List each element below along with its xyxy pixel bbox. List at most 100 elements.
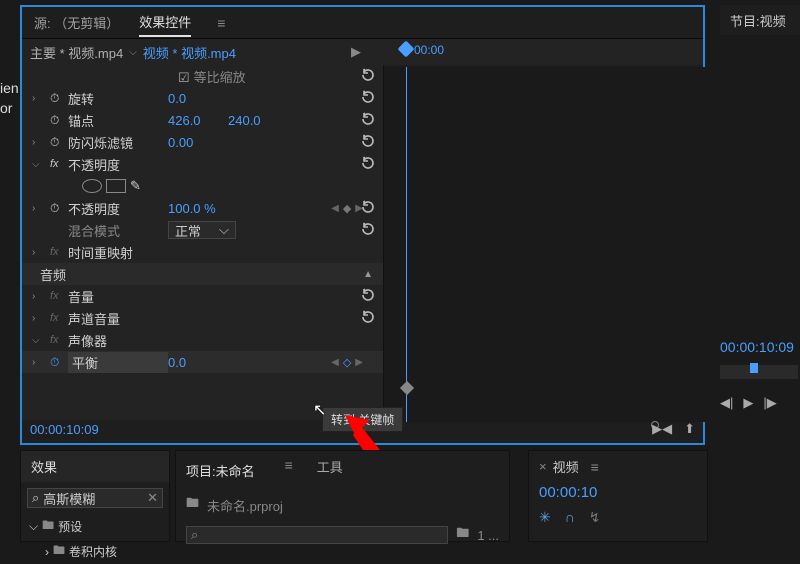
collapse-icon[interactable]: ⌵ xyxy=(32,335,50,346)
expand-icon[interactable]: › xyxy=(32,357,50,368)
expand-icon[interactable]: › xyxy=(32,313,50,324)
antiflicker-value[interactable]: 0.00 xyxy=(168,135,228,150)
stopwatch-icon[interactable]: ⏱ xyxy=(50,91,68,106)
reset-icon[interactable] xyxy=(361,200,375,217)
playhead-line[interactable] xyxy=(406,67,407,422)
scrubber-playhead-icon[interactable] xyxy=(750,363,758,373)
balance-value[interactable]: 0.0 xyxy=(168,355,228,370)
tools-tab[interactable]: 工具 xyxy=(317,457,343,484)
fx-badge-icon[interactable]: fx xyxy=(50,158,68,170)
expand-icon[interactable]: › xyxy=(45,545,49,559)
program-scrubber[interactable] xyxy=(720,365,798,379)
panel-timecode[interactable]: 00:00:10:09 xyxy=(30,422,99,437)
reset-icon[interactable] xyxy=(361,288,375,305)
sequence-name[interactable]: 视频 xyxy=(553,457,579,476)
preset-folder[interactable]: ⌵ 预设 xyxy=(21,514,169,539)
fx-badge-icon[interactable]: fx xyxy=(50,290,68,302)
stopwatch-icon[interactable]: ⏱ xyxy=(50,113,68,128)
rotation-value[interactable]: 0.0 xyxy=(168,91,228,106)
reset-icon[interactable] xyxy=(361,222,375,239)
expand-icon[interactable]: › xyxy=(32,203,50,214)
audio-section-header[interactable]: 音频 ▲ xyxy=(22,263,383,285)
chevron-down-icon[interactable]: ⌵ xyxy=(129,47,137,58)
prev-keyframe-icon[interactable]: ◀ xyxy=(331,203,339,214)
blend-value: 正常 xyxy=(175,221,201,240)
opacity-section[interactable]: ⌵ fx 不透明度 xyxy=(22,153,383,175)
fx-badge-icon[interactable]: fx xyxy=(50,334,68,346)
fx-badge-icon[interactable]: fx xyxy=(50,312,68,324)
sequence-timecode[interactable]: 00:00:10 xyxy=(529,482,707,503)
fx-badge-icon[interactable]: fx xyxy=(50,246,68,258)
project-search-input[interactable]: ⌕ xyxy=(186,526,448,544)
panel-menu-icon[interactable]: ≡ xyxy=(591,459,599,475)
linked-selection-icon[interactable]: ↯ xyxy=(589,509,601,526)
expand-icon[interactable]: › xyxy=(32,137,50,148)
magnet-icon[interactable]: ∩ xyxy=(565,509,575,526)
play-icon[interactable]: ▶ xyxy=(743,395,753,411)
tab-source[interactable]: 源: （无剪辑） xyxy=(34,9,119,36)
expand-icon[interactable]: › xyxy=(32,247,50,258)
program-timecode[interactable]: 00:00:10:09 xyxy=(720,339,794,355)
time-remap-section[interactable]: › fx 时间重映射 xyxy=(22,241,383,263)
step-forward-icon[interactable]: |▶ xyxy=(763,395,776,411)
clear-search-icon[interactable]: ✕ xyxy=(147,490,158,506)
volume-section[interactable]: › fx 音量 xyxy=(22,285,383,307)
play-only-icon[interactable]: ▶ xyxy=(351,44,361,60)
anchor-y-value[interactable]: 240.0 xyxy=(228,113,288,128)
kernel-folder-label: 卷积内核 xyxy=(69,543,117,560)
next-keyframe-icon[interactable]: ▶ xyxy=(355,357,363,368)
rotation-row: › ⏱ 旋转 0.0 xyxy=(22,87,383,109)
time-remap-label: 时间重映射 xyxy=(68,243,168,262)
keyframe-diamond-icon[interactable] xyxy=(400,381,414,395)
blend-mode-dropdown[interactable]: 正常 ⌵ xyxy=(168,221,236,239)
new-bin-icon[interactable]: 🖿 xyxy=(456,524,469,546)
panner-section[interactable]: ⌵ fx 声像器 xyxy=(22,329,383,351)
antiflicker-label: 防闪烁滤镜 xyxy=(68,133,168,152)
tab-effect-controls[interactable]: 效果控件 xyxy=(139,8,191,37)
panel-menu-icon[interactable]: ≡ xyxy=(285,457,293,484)
collapse-icon[interactable]: ⌵ xyxy=(29,519,38,534)
snap-icon[interactable]: ✳ xyxy=(539,509,551,526)
step-back-icon[interactable]: ◀| xyxy=(720,395,733,411)
stopwatch-active-icon[interactable]: ⏱ xyxy=(50,355,68,370)
panel-menu-icon[interactable]: ≡ xyxy=(217,15,225,31)
effects-search-input[interactable]: ⌕ 高斯模糊 ✕ xyxy=(27,488,163,508)
cursor-icon: ↖ xyxy=(313,400,326,420)
reset-icon[interactable] xyxy=(361,90,375,107)
ruler-time: 00:00 xyxy=(414,43,444,57)
expand-icon[interactable]: › xyxy=(32,291,50,302)
ellipse-mask-button[interactable] xyxy=(82,179,102,193)
add-keyframe-icon[interactable]: ◆ xyxy=(343,202,351,215)
reset-icon[interactable] xyxy=(361,134,375,151)
close-seq-icon[interactable]: × xyxy=(539,459,547,474)
pen-mask-button[interactable] xyxy=(130,178,141,194)
reset-icon[interactable] xyxy=(361,112,375,129)
stopwatch-icon[interactable]: ⏱ xyxy=(50,201,68,216)
add-keyframe-icon[interactable]: ◇ xyxy=(343,356,351,369)
export-frame-icon[interactable]: ⬆ xyxy=(684,421,695,437)
opacity-value[interactable]: 100.0 % xyxy=(168,201,228,216)
reset-icon[interactable] xyxy=(361,68,375,85)
anchor-x-value[interactable]: 426.0 xyxy=(168,113,228,128)
toggle-timeline-icon[interactable]: ▶◀ xyxy=(652,421,672,437)
collapse-up-icon[interactable]: ▲ xyxy=(363,269,373,280)
bin-icon[interactable]: 🖿 xyxy=(186,494,199,516)
keyframe-timeline[interactable] xyxy=(384,67,724,422)
reset-icon[interactable] xyxy=(361,310,375,327)
master-clip-name[interactable]: 主要 * 视频.mp4 xyxy=(30,43,123,62)
kernel-folder[interactable]: › 卷积内核 xyxy=(21,539,169,564)
stopwatch-icon[interactable]: ⏱ xyxy=(50,135,68,150)
effects-tab[interactable]: 效果 xyxy=(21,451,169,482)
project-tab[interactable]: 项目:未命名 xyxy=(186,457,255,484)
instance-clip-name[interactable]: 视频 * 视频.mp4 xyxy=(143,43,236,62)
program-panel-tab[interactable]: 节目:视频 xyxy=(720,5,800,35)
opacity-label: 不透明度 xyxy=(68,199,168,218)
collapse-icon[interactable]: ⌵ xyxy=(32,159,50,170)
reset-icon[interactable] xyxy=(361,156,375,173)
rotation-label: 旋转 xyxy=(68,89,168,108)
prev-keyframe-icon[interactable]: ◀ xyxy=(331,357,339,368)
rect-mask-button[interactable] xyxy=(106,179,126,193)
scale-uniform-checkbox[interactable]: 等比缩放 xyxy=(68,67,246,86)
channel-volume-section[interactable]: › fx 声道音量 xyxy=(22,307,383,329)
expand-icon[interactable]: › xyxy=(32,93,50,104)
